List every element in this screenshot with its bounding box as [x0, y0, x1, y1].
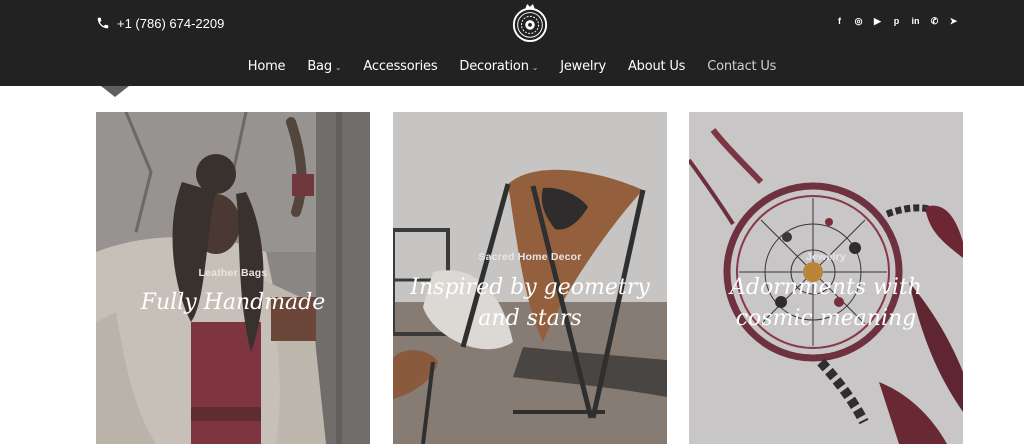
- pinterest-icon[interactable]: p: [890, 15, 903, 28]
- card-title-line: Adornments with: [730, 275, 922, 300]
- main-navigation: Home Bag ⌄ Accessories Decoration ⌄ Jewelr…: [0, 59, 1024, 74]
- social-links: f ◎ ▶ p in ✆ ➤: [833, 15, 960, 28]
- phone-icon: [97, 17, 109, 29]
- instagram-icon[interactable]: ◎: [852, 15, 865, 28]
- nav-item-label: Jewelry: [560, 59, 606, 74]
- nav-item-label: Bag: [307, 59, 332, 74]
- category-card-jewelry[interactable]: Jewelry Adornments with cosmic meaning: [689, 112, 963, 444]
- card-category-label: Sacred Home Decor: [478, 251, 582, 263]
- nav-item-label: About Us: [627, 59, 686, 74]
- pomegranate-mandala-logo-icon[interactable]: [511, 2, 549, 44]
- nav-item-label: Contact Us: [707, 59, 777, 74]
- nav-item-home[interactable]: Home: [237, 59, 297, 74]
- nav-item-label: Home: [247, 59, 286, 74]
- nav-item-label: Accessories: [363, 59, 438, 74]
- card-title-line: and stars: [478, 306, 582, 331]
- nav-item-label: Decoration: [459, 59, 529, 74]
- nav-item-decoration[interactable]: Decoration ⌄: [448, 59, 549, 74]
- card-category-label: Jewelry: [806, 251, 846, 263]
- card-category-label: Leather Bags: [198, 267, 268, 279]
- category-card-leather-bags[interactable]: Leather Bags Fully Handmade: [96, 112, 370, 444]
- card-title: Adornments with cosmic meaning: [689, 272, 963, 334]
- category-card-sacred-home-decor[interactable]: Sacred Home Decor Inspired by geometry a…: [393, 112, 667, 444]
- facebook-icon[interactable]: f: [833, 15, 846, 28]
- whatsapp-icon[interactable]: ✆: [928, 15, 941, 28]
- chevron-down-icon: ⌄: [531, 63, 539, 72]
- nav-item-jewelry[interactable]: Jewelry: [549, 59, 617, 74]
- phone-contact[interactable]: +1 (786) 674-2209: [96, 13, 224, 33]
- card-title: Inspired by geometry and stars: [393, 272, 667, 334]
- chevron-down-icon: ⌄: [334, 63, 342, 72]
- linkedin-icon[interactable]: in: [909, 15, 922, 28]
- nav-item-accessories[interactable]: Accessories: [352, 59, 448, 74]
- nav-item-about-us[interactable]: About Us: [617, 59, 696, 74]
- menu-pointer: [101, 86, 129, 97]
- phone-number: +1 (786) 674-2209: [117, 15, 225, 31]
- card-title-line: Inspired by geometry: [410, 275, 650, 300]
- nav-item-contact-us[interactable]: Contact Us: [696, 59, 787, 74]
- telegram-icon[interactable]: ➤: [947, 15, 960, 28]
- top-header: +1 (786) 674-2209 f ◎ ▶ p in ✆ ➤ Home Ba…: [0, 0, 1024, 86]
- youtube-icon[interactable]: ▶: [871, 15, 884, 28]
- card-title-line: cosmic meaning: [735, 306, 917, 331]
- card-title: Fully Handmade: [140, 290, 326, 315]
- nav-item-bag[interactable]: Bag ⌄: [296, 59, 352, 74]
